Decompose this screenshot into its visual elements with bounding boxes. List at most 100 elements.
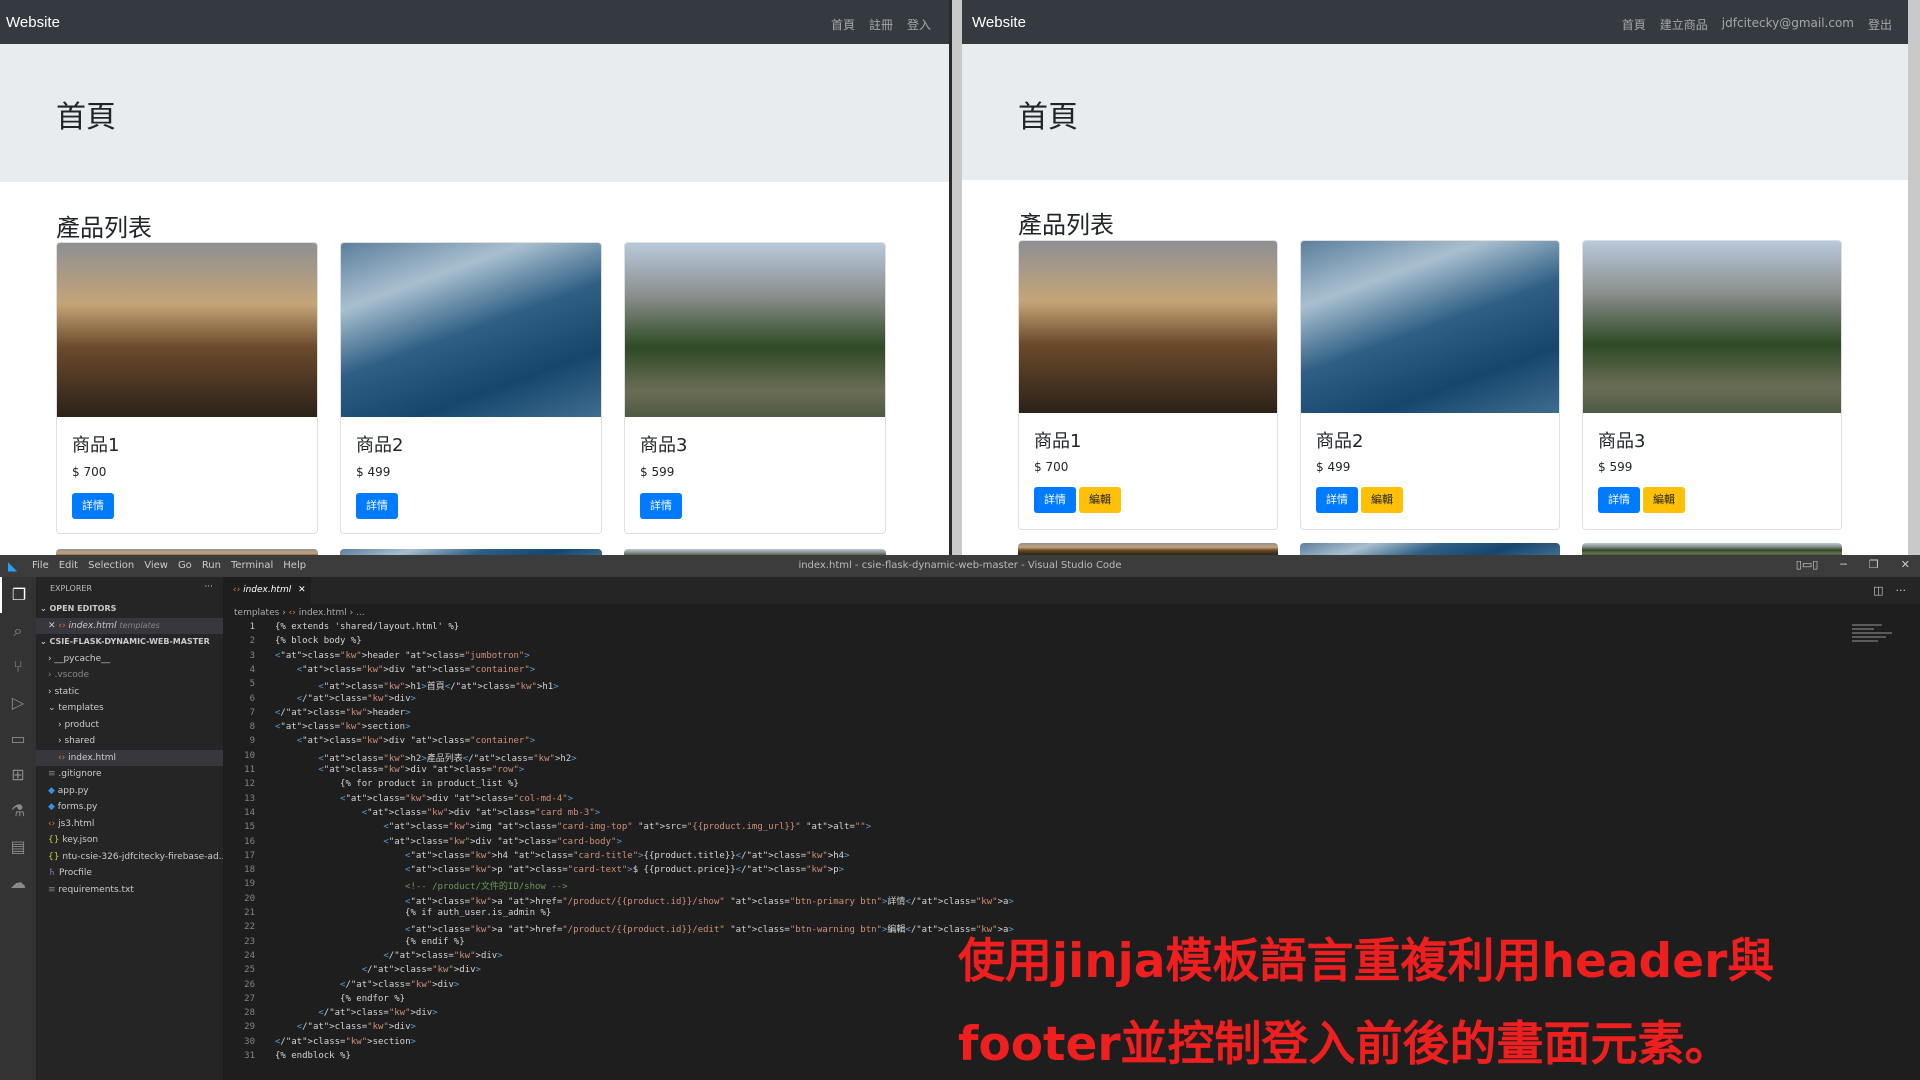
line-number: 28 bbox=[244, 1008, 255, 1019]
tree-file[interactable]: ≡ .gitignore bbox=[36, 766, 223, 783]
code-line: {% block body %} bbox=[275, 636, 362, 647]
tree-file[interactable]: ◆ forms.py bbox=[36, 799, 223, 816]
navbar: Website 首頁 註冊 登入 bbox=[0, 0, 949, 44]
product-image bbox=[625, 243, 885, 417]
product-title: 商品1 bbox=[1034, 431, 1082, 452]
detail-button[interactable]: 詳情 bbox=[640, 493, 682, 519]
navbar-brand[interactable]: Website bbox=[972, 14, 1026, 31]
run-debug-icon[interactable]: ▷ bbox=[0, 685, 36, 721]
edit-button[interactable]: 編輯 bbox=[1361, 487, 1403, 513]
product-card: 商品1 $ 700 詳情 bbox=[56, 242, 318, 534]
close-icon[interactable]: ✕ bbox=[1901, 558, 1910, 571]
restore-icon[interactable]: ❐ bbox=[1869, 558, 1879, 571]
docker-icon[interactable]: ☁ bbox=[0, 865, 36, 901]
tree-file-selected[interactable]: ‹› index.html bbox=[36, 749, 223, 766]
nav-link-home[interactable]: 首頁 bbox=[1622, 16, 1646, 33]
nav-link-user-email[interactable]: jdfcitecky@gmail.com bbox=[1722, 16, 1854, 33]
tree-file[interactable]: {} ntu-csie-326-jdfcitecky-firebase-ad..… bbox=[36, 849, 223, 866]
line-number: 17 bbox=[244, 850, 255, 861]
tree-folder[interactable]: › product bbox=[36, 717, 223, 734]
title-bar: ◣ File Edit Selection View Go Run Termin… bbox=[0, 555, 1920, 577]
layout-toggle-icon[interactable]: ▯▭▯ bbox=[1796, 558, 1819, 571]
jumbotron: 首頁 bbox=[0, 44, 949, 182]
tab-close-icon[interactable]: ✕ bbox=[298, 585, 306, 595]
product-price: $ 599 bbox=[640, 465, 675, 479]
line-number: 20 bbox=[244, 893, 255, 904]
detail-button[interactable]: 詳情 bbox=[1316, 487, 1358, 513]
activity-bar: ❐ ⌕ ⑂ ▷ ▭ ⊞ ⚗ ▤ ☁ bbox=[0, 577, 36, 1080]
tree-file[interactable]: ◆ app.py bbox=[36, 783, 223, 800]
code-line: {% endblock %} bbox=[275, 1051, 351, 1061]
more-actions-icon[interactable]: ··· bbox=[1896, 584, 1907, 597]
nav-link-register[interactable]: 註冊 bbox=[869, 16, 893, 33]
testing-icon[interactable]: ⚗ bbox=[0, 793, 36, 829]
open-editor-item[interactable]: ✕ ‹› index.html templates bbox=[36, 617, 223, 634]
tree-folder[interactable]: › .vscode bbox=[36, 667, 223, 684]
breadcrumb-item[interactable]: index.html bbox=[299, 608, 347, 618]
remote-explorer-icon[interactable]: ▭ bbox=[0, 721, 36, 757]
breadcrumb-item[interactable]: ... bbox=[356, 608, 365, 618]
nav-link-home[interactable]: 首頁 bbox=[831, 16, 855, 33]
scrollbar-right[interactable] bbox=[1908, 0, 1920, 555]
minimize-icon[interactable]: ─ bbox=[1840, 558, 1847, 571]
line-number: 23 bbox=[244, 936, 255, 947]
search-icon[interactable]: ⌕ bbox=[0, 613, 36, 649]
code-line: </"at">class="kw">div> bbox=[318, 1008, 438, 1019]
detail-button[interactable]: 詳情 bbox=[356, 493, 398, 519]
detail-button[interactable]: 詳情 bbox=[72, 493, 114, 519]
line-number: 24 bbox=[244, 950, 255, 961]
code-line: <"at">class="kw">p "at">class="card-text… bbox=[405, 865, 845, 876]
tree-folder[interactable]: ⌄ templates bbox=[36, 700, 223, 717]
product-price: $ 499 bbox=[356, 465, 391, 479]
code-line: <"at">class="kw">h4 "at">class="card-tit… bbox=[405, 850, 850, 861]
nav-link-login[interactable]: 登入 bbox=[907, 16, 931, 33]
code-line: <"at">class="kw">img "at">class="card-im… bbox=[383, 822, 872, 833]
navbar: Website 首頁 建立商品 jdfcitecky@gmail.com 登出 bbox=[962, 0, 1908, 44]
browser-right: Website 首頁 建立商品 jdfcitecky@gmail.com 登出 … bbox=[962, 0, 1908, 555]
product-price: $ 499 bbox=[1316, 460, 1351, 474]
product-card-peek bbox=[1300, 543, 1560, 555]
split-editor-icon[interactable]: ◫ bbox=[1873, 584, 1883, 597]
tree-file[interactable]: ‹› js3.html bbox=[36, 816, 223, 833]
detail-button[interactable]: 詳情 bbox=[1598, 487, 1640, 513]
product-price: $ 700 bbox=[72, 465, 107, 479]
edit-button[interactable]: 編輯 bbox=[1643, 487, 1685, 513]
code-line: <"at">class="kw">header "at">class="jumb… bbox=[275, 650, 530, 661]
jumbotron-title: 首頁 bbox=[56, 100, 116, 135]
line-number: 26 bbox=[244, 979, 255, 990]
breadcrumb-item[interactable]: templates bbox=[234, 608, 279, 618]
tree-file[interactable]: {} key.json bbox=[36, 832, 223, 849]
product-image bbox=[1583, 241, 1841, 413]
detail-button[interactable]: 詳情 bbox=[1034, 487, 1076, 513]
navbar-brand[interactable]: Website bbox=[6, 14, 60, 31]
code-line: </"at">class="kw">header> bbox=[275, 707, 411, 718]
product-card-peek bbox=[1018, 543, 1278, 555]
line-number: 10 bbox=[244, 750, 255, 761]
tree-file[interactable]: ♄ Procfile bbox=[36, 865, 223, 882]
more-actions-icon[interactable]: ··· bbox=[204, 582, 213, 592]
product-image bbox=[57, 243, 317, 417]
tab-index-html[interactable]: ‹› index.html ✕ bbox=[223, 577, 311, 604]
line-number: 8 bbox=[249, 722, 255, 733]
nav-link-create-product[interactable]: 建立商品 bbox=[1660, 16, 1708, 33]
minimap[interactable] bbox=[1852, 622, 1902, 662]
window-title: index.html - csie-flask-dynamic-web-mast… bbox=[798, 560, 1122, 571]
tree-folder[interactable]: › __pycache__ bbox=[36, 651, 223, 668]
product-title: 商品2 bbox=[356, 435, 404, 456]
nav-link-logout[interactable]: 登出 bbox=[1868, 16, 1892, 33]
open-editors-header[interactable]: ⌄ OPEN EDITORS bbox=[36, 601, 223, 618]
extensions-icon[interactable]: ⊞ bbox=[0, 757, 36, 793]
tree-file[interactable]: ≡ requirements.txt bbox=[36, 882, 223, 899]
project-header[interactable]: ⌄ CSIE-FLASK-DYNAMIC-WEB-MASTER bbox=[36, 634, 223, 651]
explorer-icon[interactable]: ❐ bbox=[0, 577, 36, 613]
scrollbar-left[interactable] bbox=[952, 0, 962, 555]
source-control-icon[interactable]: ⑂ bbox=[0, 649, 36, 685]
edit-button[interactable]: 編輯 bbox=[1079, 487, 1121, 513]
line-number: 31 bbox=[244, 1051, 255, 1061]
tree-folder[interactable]: › static bbox=[36, 684, 223, 701]
browser-left: Website 首頁 註冊 登入 首頁 產品列表 商品1 $ 700 詳情 商品… bbox=[0, 0, 949, 555]
code-line: <"at">class="kw">div "at">class="card mb… bbox=[361, 807, 601, 818]
notebook-icon[interactable]: ▤ bbox=[0, 829, 36, 865]
tree-folder[interactable]: › shared bbox=[36, 733, 223, 750]
code-line: <"at">class="kw">h1>首頁</"at">class="kw">… bbox=[318, 682, 559, 693]
